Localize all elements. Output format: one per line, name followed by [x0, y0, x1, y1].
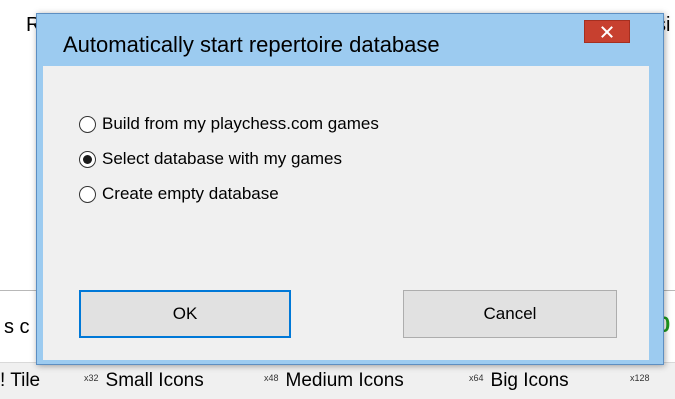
option-select-database[interactable]: Select database with my games [79, 146, 342, 172]
view-option-tile[interactable]: ! Tile [0, 370, 40, 392]
radio-dot [83, 154, 92, 164]
view-option-label: Small Icons [105, 370, 204, 391]
repertoire-dialog: Automatically start repertoire database … [36, 13, 664, 365]
view-option-x128[interactable]: x128 [630, 370, 657, 392]
option-build-from-playchess[interactable]: Build from my playchess.com games [79, 111, 379, 137]
radio-unchecked-icon[interactable] [79, 185, 96, 203]
option-create-empty-database[interactable]: Create empty database [79, 181, 279, 207]
view-prefix: ! [0, 370, 6, 391]
option-label: Select database with my games [102, 149, 343, 168]
size-badge: x64 [469, 373, 484, 383]
option-label: Create empty database [102, 184, 279, 203]
radio-unchecked-icon[interactable] [79, 115, 96, 133]
size-badge: x32 [84, 373, 99, 383]
view-option-medium-icons[interactable]: x48 Medium Icons [264, 370, 404, 392]
size-badge: x48 [264, 373, 279, 383]
dialog-client-area: Build from my playchess.com games Select… [43, 66, 649, 360]
ok-button[interactable]: OK [79, 290, 291, 338]
view-option-big-icons[interactable]: x64 Big Icons [469, 370, 569, 392]
close-icon [601, 25, 613, 38]
cancel-button[interactable]: Cancel [403, 290, 617, 338]
view-option-small-icons[interactable]: x32 Small Icons [84, 370, 204, 392]
close-button[interactable] [584, 20, 630, 43]
dialog-title: Automatically start repertoire database [63, 32, 440, 57]
option-label: Build from my playchess.com games [102, 114, 379, 133]
view-option-label: Tile [10, 370, 41, 391]
view-option-label: Big Icons [490, 370, 569, 391]
size-badge: x128 [630, 373, 650, 383]
view-option-label: Medium Icons [285, 370, 404, 391]
background-row-text: s c [4, 316, 30, 338]
radio-checked-icon[interactable] [79, 150, 96, 168]
